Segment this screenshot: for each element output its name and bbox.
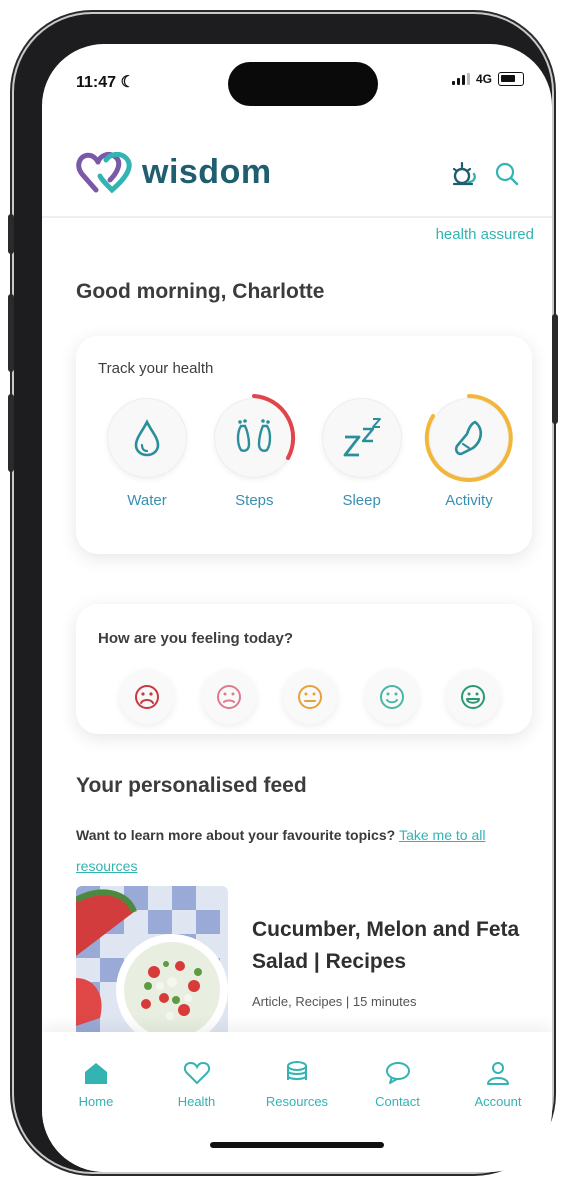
track-water[interactable]: Water bbox=[98, 398, 196, 509]
sad-face-icon bbox=[216, 685, 241, 709]
article-title: Cucumber, Melon and Feta Salad | Recipes bbox=[252, 918, 520, 973]
mood-neutral-button[interactable] bbox=[283, 670, 337, 724]
activity-circle bbox=[424, 394, 513, 482]
header-actions bbox=[450, 160, 520, 188]
tab-home-label: Home bbox=[78, 1094, 114, 1109]
network-label: 4G bbox=[475, 72, 492, 86]
mood-options bbox=[120, 670, 500, 724]
moon-icon: ☾ bbox=[120, 74, 135, 91]
tab-contact[interactable]: Contact bbox=[354, 1060, 442, 1109]
steps-progress-ring bbox=[252, 394, 296, 460]
tab-health-label: Health bbox=[177, 1094, 216, 1109]
mood-happy-button[interactable] bbox=[364, 670, 419, 724]
neutral-face-icon bbox=[298, 685, 322, 709]
track-sleep[interactable]: Sleep bbox=[313, 398, 411, 509]
phone-frame: 11:47 ☾ 4G wisdom health assured Good mo… bbox=[8, 14, 558, 1172]
volume-up-button bbox=[8, 294, 14, 372]
happy-face-icon bbox=[379, 685, 404, 709]
tab-health[interactable]: Health bbox=[153, 1060, 241, 1109]
tab-resources-label: Resources bbox=[265, 1094, 329, 1109]
track-items: Water Steps Sleep Activity bbox=[98, 394, 518, 509]
logo-text: wisdom bbox=[142, 152, 272, 191]
mood-very-happy-button[interactable] bbox=[446, 670, 500, 724]
steps-circle bbox=[214, 394, 296, 478]
app-header: wisdom bbox=[42, 132, 552, 218]
bottom-tab-bar: Home Health Resources Contact Account bbox=[42, 1032, 552, 1172]
very-happy-face-icon bbox=[461, 685, 485, 709]
track-activity-label: Activity bbox=[445, 492, 493, 509]
layers-icon bbox=[287, 1061, 307, 1080]
search-icon[interactable] bbox=[494, 161, 520, 187]
mood-very-sad-button[interactable] bbox=[120, 670, 174, 724]
sun-moon-icon[interactable] bbox=[450, 160, 478, 188]
track-health-title: Track your health bbox=[98, 360, 214, 377]
status-time: 11:47 ☾ bbox=[76, 74, 135, 91]
greeting: Good morning, Charlotte bbox=[76, 280, 325, 303]
mute-switch bbox=[8, 214, 14, 254]
article-card[interactable]: Cucumber, Melon and Feta Salad | Recipes… bbox=[76, 886, 532, 1042]
feed-subtitle-text: Want to learn more about your favourite … bbox=[76, 827, 396, 843]
health-assured-tag: health assured bbox=[435, 226, 534, 243]
heart-icon bbox=[183, 1061, 210, 1085]
tab-contact-label: Contact bbox=[375, 1094, 420, 1109]
wisdom-logo[interactable]: wisdom bbox=[76, 150, 272, 194]
sleep-circle bbox=[321, 398, 402, 478]
article-meta: Article, Recipes | 15 minutes bbox=[252, 994, 417, 1009]
very-sad-face-icon bbox=[135, 685, 159, 709]
mood-title: How are you feeling today? bbox=[98, 630, 294, 647]
track-water-label: Water bbox=[127, 492, 167, 509]
water-circle bbox=[107, 398, 187, 478]
battery-icon bbox=[498, 72, 524, 86]
salad-picture bbox=[76, 886, 228, 1042]
user-icon bbox=[487, 1062, 509, 1085]
chat-bubble-icon bbox=[385, 1062, 410, 1084]
tab-list: Home Health Resources Contact Account bbox=[52, 1060, 542, 1109]
tab-resources[interactable]: Resources bbox=[253, 1060, 341, 1109]
app-screen: 11:47 ☾ 4G wisdom health assured Good mo… bbox=[42, 44, 552, 1172]
track-sleep-label: Sleep bbox=[342, 492, 381, 509]
track-activity[interactable]: Activity bbox=[420, 394, 518, 509]
track-steps-label: Steps bbox=[235, 492, 274, 509]
sleep-zzz-icon bbox=[343, 418, 381, 457]
tab-home[interactable]: Home bbox=[52, 1060, 140, 1109]
feed-title: Your personalised feed bbox=[76, 774, 307, 797]
mood-card: How are you feeling today? bbox=[76, 604, 532, 734]
heart-logo-icon bbox=[76, 151, 132, 194]
signal-icon bbox=[451, 73, 470, 85]
water-drop-icon bbox=[134, 419, 160, 457]
activity-progress-ring bbox=[424, 394, 513, 482]
tab-account-label: Account bbox=[474, 1094, 522, 1109]
mood-sad-button[interactable] bbox=[201, 670, 256, 724]
feed-subtitle: Want to learn more about your favourite … bbox=[76, 820, 522, 882]
track-health-card: Track your health Water Steps Sleep Acti… bbox=[76, 336, 532, 554]
home-icon bbox=[85, 1063, 107, 1084]
power-button bbox=[552, 314, 558, 424]
status-indicators: 4G bbox=[451, 72, 524, 86]
volume-down-button bbox=[8, 394, 14, 472]
tab-account[interactable]: Account bbox=[454, 1060, 542, 1109]
home-indicator[interactable] bbox=[210, 1142, 384, 1148]
dynamic-island bbox=[228, 62, 378, 106]
salad-image bbox=[76, 886, 228, 1042]
track-steps[interactable]: Steps bbox=[205, 394, 303, 509]
